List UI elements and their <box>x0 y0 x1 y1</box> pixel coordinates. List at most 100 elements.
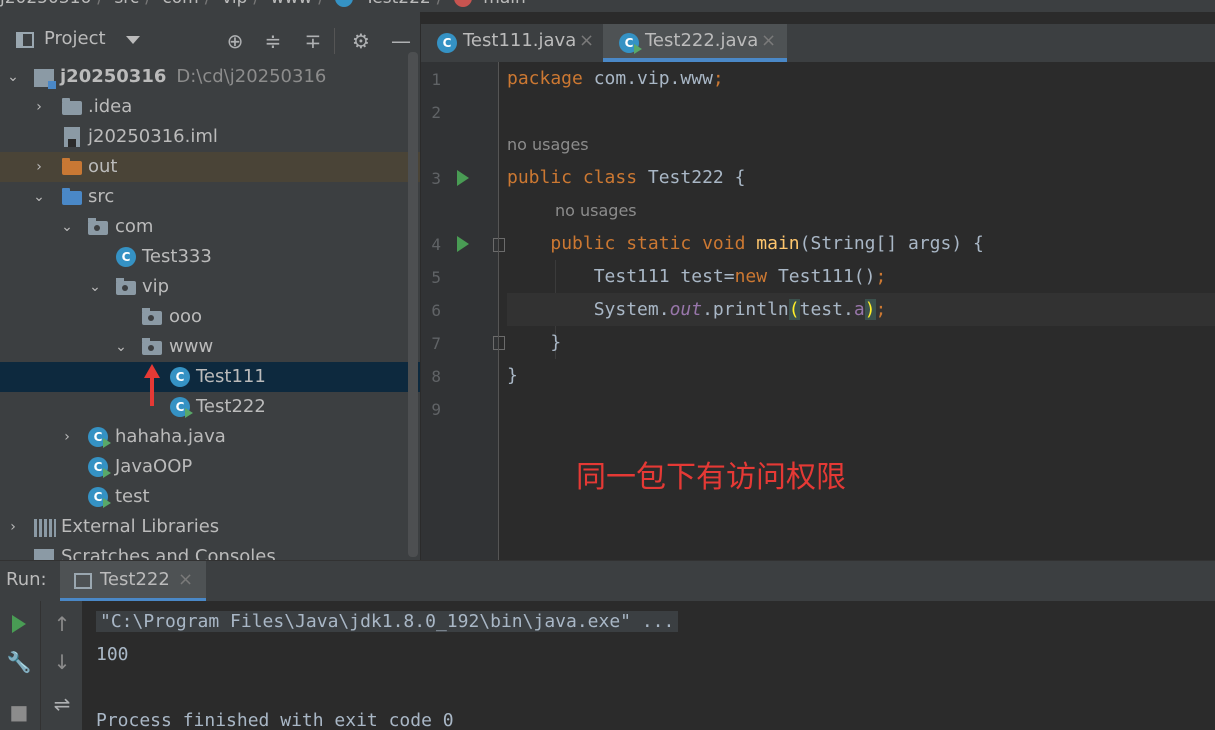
stop-icon[interactable]: ■ <box>6 699 32 725</box>
red-arrow-annotation <box>144 364 160 406</box>
code-line-4: public static void main(String[] args) { <box>550 233 984 254</box>
tab-test222[interactable]: C Test222.java × <box>603 24 787 62</box>
package-icon <box>88 218 108 235</box>
project-scrollbar[interactable] <box>408 52 418 557</box>
locate-icon[interactable]: ⊕ <box>224 30 246 52</box>
breadcrumb-src[interactable]: src <box>114 0 139 8</box>
gear-icon[interactable]: ⚙ <box>350 30 372 52</box>
tree-item-test333[interactable]: C Test333 <box>0 242 408 272</box>
tree-item-scratches[interactable]: Scratches and Consoles <box>0 542 408 560</box>
tree-item-www[interactable]: ⌄ www <box>0 332 408 362</box>
console-icon <box>74 573 92 589</box>
chevron-down-icon[interactable]: ⌄ <box>88 272 102 302</box>
code-line-8: } <box>507 365 518 386</box>
line-number: 2 <box>431 103 441 122</box>
folder-orange-icon <box>62 158 82 175</box>
breadcrumb-method[interactable]: main <box>483 0 525 8</box>
iml-file-icon <box>64 127 80 147</box>
tree-item-label: test <box>115 486 150 507</box>
close-icon[interactable]: × <box>178 569 193 590</box>
tree-item-external-libraries[interactable]: › External Libraries <box>0 512 408 542</box>
chevron-down-icon[interactable]: ⌄ <box>32 182 46 212</box>
chevron-right-icon[interactable]: › <box>32 92 46 122</box>
line-number: 1 <box>431 70 441 89</box>
chevron-down-icon[interactable]: ⌄ <box>6 62 20 92</box>
tree-item-label: Test111 <box>196 366 266 387</box>
tree-item-com[interactable]: ⌄ com <box>0 212 408 242</box>
run-panel-header: Run: Test222 × <box>0 561 1215 601</box>
tree-item-label: Test333 <box>142 246 212 267</box>
tab-label: Test222.java <box>645 30 759 51</box>
tree-item-iml[interactable]: j20250316.iml <box>0 122 408 152</box>
wrench-icon[interactable]: 🔧 <box>6 649 32 675</box>
chevron-down-icon[interactable] <box>126 36 140 44</box>
usages-hint[interactable]: no usages <box>507 128 589 161</box>
line-number: 3 <box>431 169 441 188</box>
arrow-up-icon[interactable]: ↑ <box>49 611 75 637</box>
tree-item-test222[interactable]: C Test222 <box>0 392 408 422</box>
fold-icon[interactable] <box>493 238 505 252</box>
method-icon <box>453 0 472 7</box>
tree-item-label: out <box>88 156 118 177</box>
tree-item-test111[interactable]: C Test111 <box>0 362 420 392</box>
rerun-icon[interactable] <box>6 611 32 637</box>
tree-item-ooo[interactable]: ooo <box>0 302 408 332</box>
tree-item-javaoop[interactable]: C JavaOOP <box>0 452 408 482</box>
package-icon <box>142 308 162 325</box>
breadcrumb-project[interactable]: j20250316 <box>0 0 91 8</box>
close-icon[interactable]: × <box>761 30 776 51</box>
tree-item-label: Test222 <box>196 396 266 417</box>
project-panel-title[interactable]: Project <box>44 28 106 49</box>
class-icon: C <box>116 247 136 267</box>
run-gutter-icon[interactable] <box>457 236 469 252</box>
chevron-down-icon[interactable]: ⌄ <box>114 332 128 362</box>
close-icon[interactable]: × <box>579 30 594 51</box>
breadcrumb-class[interactable]: Test222 <box>365 0 431 8</box>
tree-item-out[interactable]: › out <box>0 152 420 182</box>
code-line-3: public class Test222 { <box>507 167 746 188</box>
project-panel: Project ⊕ ≑ ∓ ⚙ — ⌄ j20250316 D:\cd\j2025… <box>0 12 420 560</box>
breadcrumb-com[interactable]: com <box>162 0 198 8</box>
run-gutter-icon[interactable] <box>457 170 469 186</box>
console-line: Process finished with exit code 0 <box>96 710 454 730</box>
tree-item-vip[interactable]: ⌄ vip <box>0 272 408 302</box>
run-tab-test222[interactable]: Test222 × <box>60 561 206 601</box>
tree-item-label: JavaOOP <box>115 456 193 477</box>
tree-item-hahaha[interactable]: › C hahaha.java <box>0 422 408 452</box>
breadcrumb-www[interactable]: www <box>271 0 313 8</box>
collapse-all-icon[interactable]: ∓ <box>302 30 324 52</box>
tree-item-label: .idea <box>88 96 133 117</box>
fold-icon[interactable] <box>493 336 505 350</box>
expand-all-icon[interactable]: ≑ <box>262 30 284 52</box>
arrow-down-icon[interactable]: ↓ <box>49 649 75 675</box>
console-output[interactable]: "C:\Program Files\Java\jdk1.8.0_192\bin\… <box>96 605 679 730</box>
run-panel: Run: Test222 × 🔧 ■ ↑ ↓ ⇌ "C:\Program Fil… <box>0 560 1215 730</box>
module-icon <box>34 69 56 89</box>
tree-item-src[interactable]: ⌄ src <box>0 182 408 212</box>
editor-gutter: 1 2 3 4 5 6 7 8 9 <box>421 62 505 560</box>
class-icon: C <box>437 33 457 53</box>
line-number: 9 <box>431 400 441 419</box>
tree-item-label: hahaha.java <box>115 426 226 447</box>
line-number: 6 <box>431 301 441 320</box>
code-line-7: } <box>550 332 562 353</box>
chevron-right-icon[interactable]: › <box>60 422 74 452</box>
usages-hint[interactable]: no usages <box>555 194 637 227</box>
chevron-right-icon[interactable]: › <box>32 152 46 182</box>
breadcrumb-vip[interactable]: vip <box>222 0 248 8</box>
tree-item-idea[interactable]: › .idea <box>0 92 408 122</box>
tab-label: Test111.java <box>463 30 577 51</box>
source-folder-icon <box>62 188 82 205</box>
editor-tab-bar: C Test111.java × C Test222.java × <box>421 24 1215 62</box>
tree-item-project-root[interactable]: ⌄ j20250316 D:\cd\j20250316 <box>0 62 408 92</box>
line-number: 7 <box>431 334 441 353</box>
scratches-icon <box>34 549 54 560</box>
chevron-down-icon[interactable]: ⌄ <box>60 212 74 242</box>
header-divider <box>334 28 335 54</box>
soft-wrap-icon[interactable]: ⇌ <box>49 691 75 717</box>
chevron-right-icon[interactable]: › <box>6 512 20 542</box>
tab-test111[interactable]: C Test111.java × <box>421 24 601 62</box>
minimize-icon[interactable]: — <box>390 30 412 52</box>
tree-item-test[interactable]: C test <box>0 482 408 512</box>
